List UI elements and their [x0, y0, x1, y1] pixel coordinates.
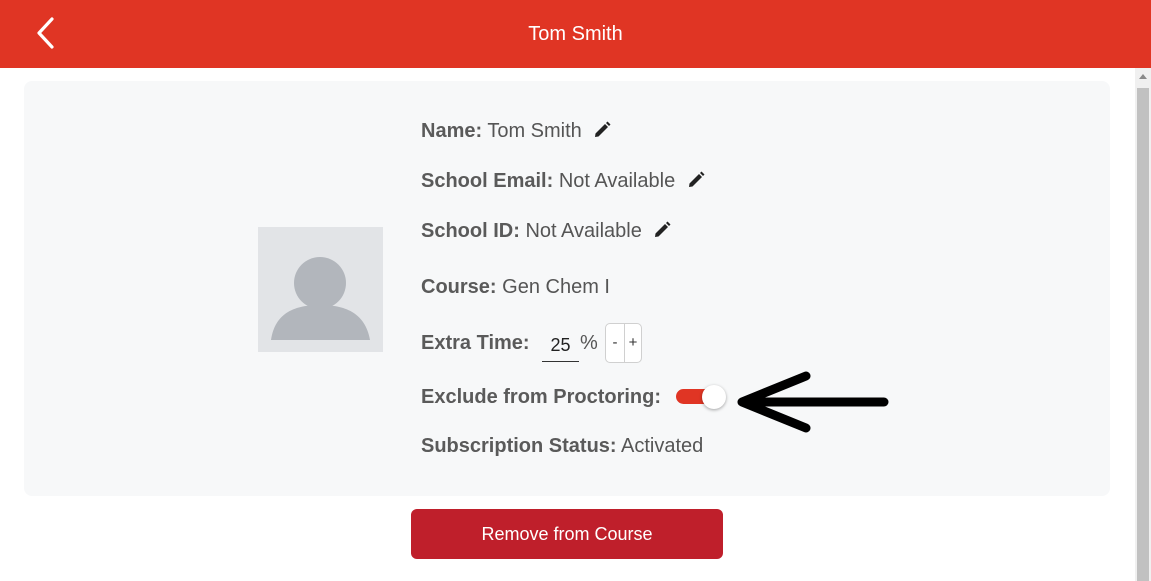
exclude-proctoring-label: Exclude from Proctoring: [421, 386, 662, 408]
name-value: Tom Smith [487, 120, 582, 142]
toggle-knob [702, 385, 726, 409]
vertical-scrollbar[interactable] [1135, 68, 1151, 581]
course-row: Course: Gen Chem I [421, 275, 610, 299]
scroll-up-arrow-icon[interactable] [1139, 74, 1147, 79]
avatar [258, 227, 383, 352]
school-id-row: School ID: Not Available [421, 219, 671, 243]
edit-school-id-button[interactable] [653, 221, 671, 239]
extra-time-label: Extra Time: [421, 332, 530, 354]
remove-from-course-button[interactable]: Remove from Course [411, 509, 723, 559]
subscription-value: Activated [621, 435, 704, 457]
extra-time-unit: % [580, 332, 598, 354]
name-label: Name: [421, 120, 483, 142]
exclude-proctoring-row: Exclude from Proctoring: [421, 385, 661, 409]
edit-school-email-button[interactable] [687, 171, 705, 189]
course-value: Gen Chem I [502, 276, 610, 298]
decrement-button[interactable]: - [606, 324, 625, 362]
school-email-row: School Email: Not Available [421, 169, 705, 193]
pencil-icon [688, 171, 705, 187]
annotation-arrow-icon [737, 371, 889, 433]
school-id-label: School ID: [421, 220, 520, 242]
course-label: Course: [421, 276, 497, 298]
extra-time-input[interactable] [542, 330, 579, 362]
name-row: Name: Tom Smith [421, 119, 611, 143]
exclude-proctoring-toggle[interactable] [676, 385, 728, 409]
subscription-row: Subscription Status: Activated [421, 434, 703, 458]
school-id-value: Not Available [525, 220, 642, 242]
extra-time-stepper: - + [605, 323, 642, 363]
school-email-label: School Email: [421, 170, 554, 192]
subscription-label: Subscription Status: [421, 435, 617, 457]
increment-button[interactable]: + [624, 324, 642, 362]
scrollbar-thumb[interactable] [1137, 88, 1149, 581]
app-header: Tom Smith [0, 0, 1151, 68]
edit-name-button[interactable] [593, 121, 611, 139]
pencil-icon [655, 221, 671, 237]
school-email-value: Not Available [558, 170, 676, 192]
page-title: Tom Smith [528, 23, 623, 45]
user-placeholder-icon [271, 257, 370, 340]
pencil-icon [595, 121, 611, 137]
extra-time-row: Extra Time: [421, 331, 530, 355]
